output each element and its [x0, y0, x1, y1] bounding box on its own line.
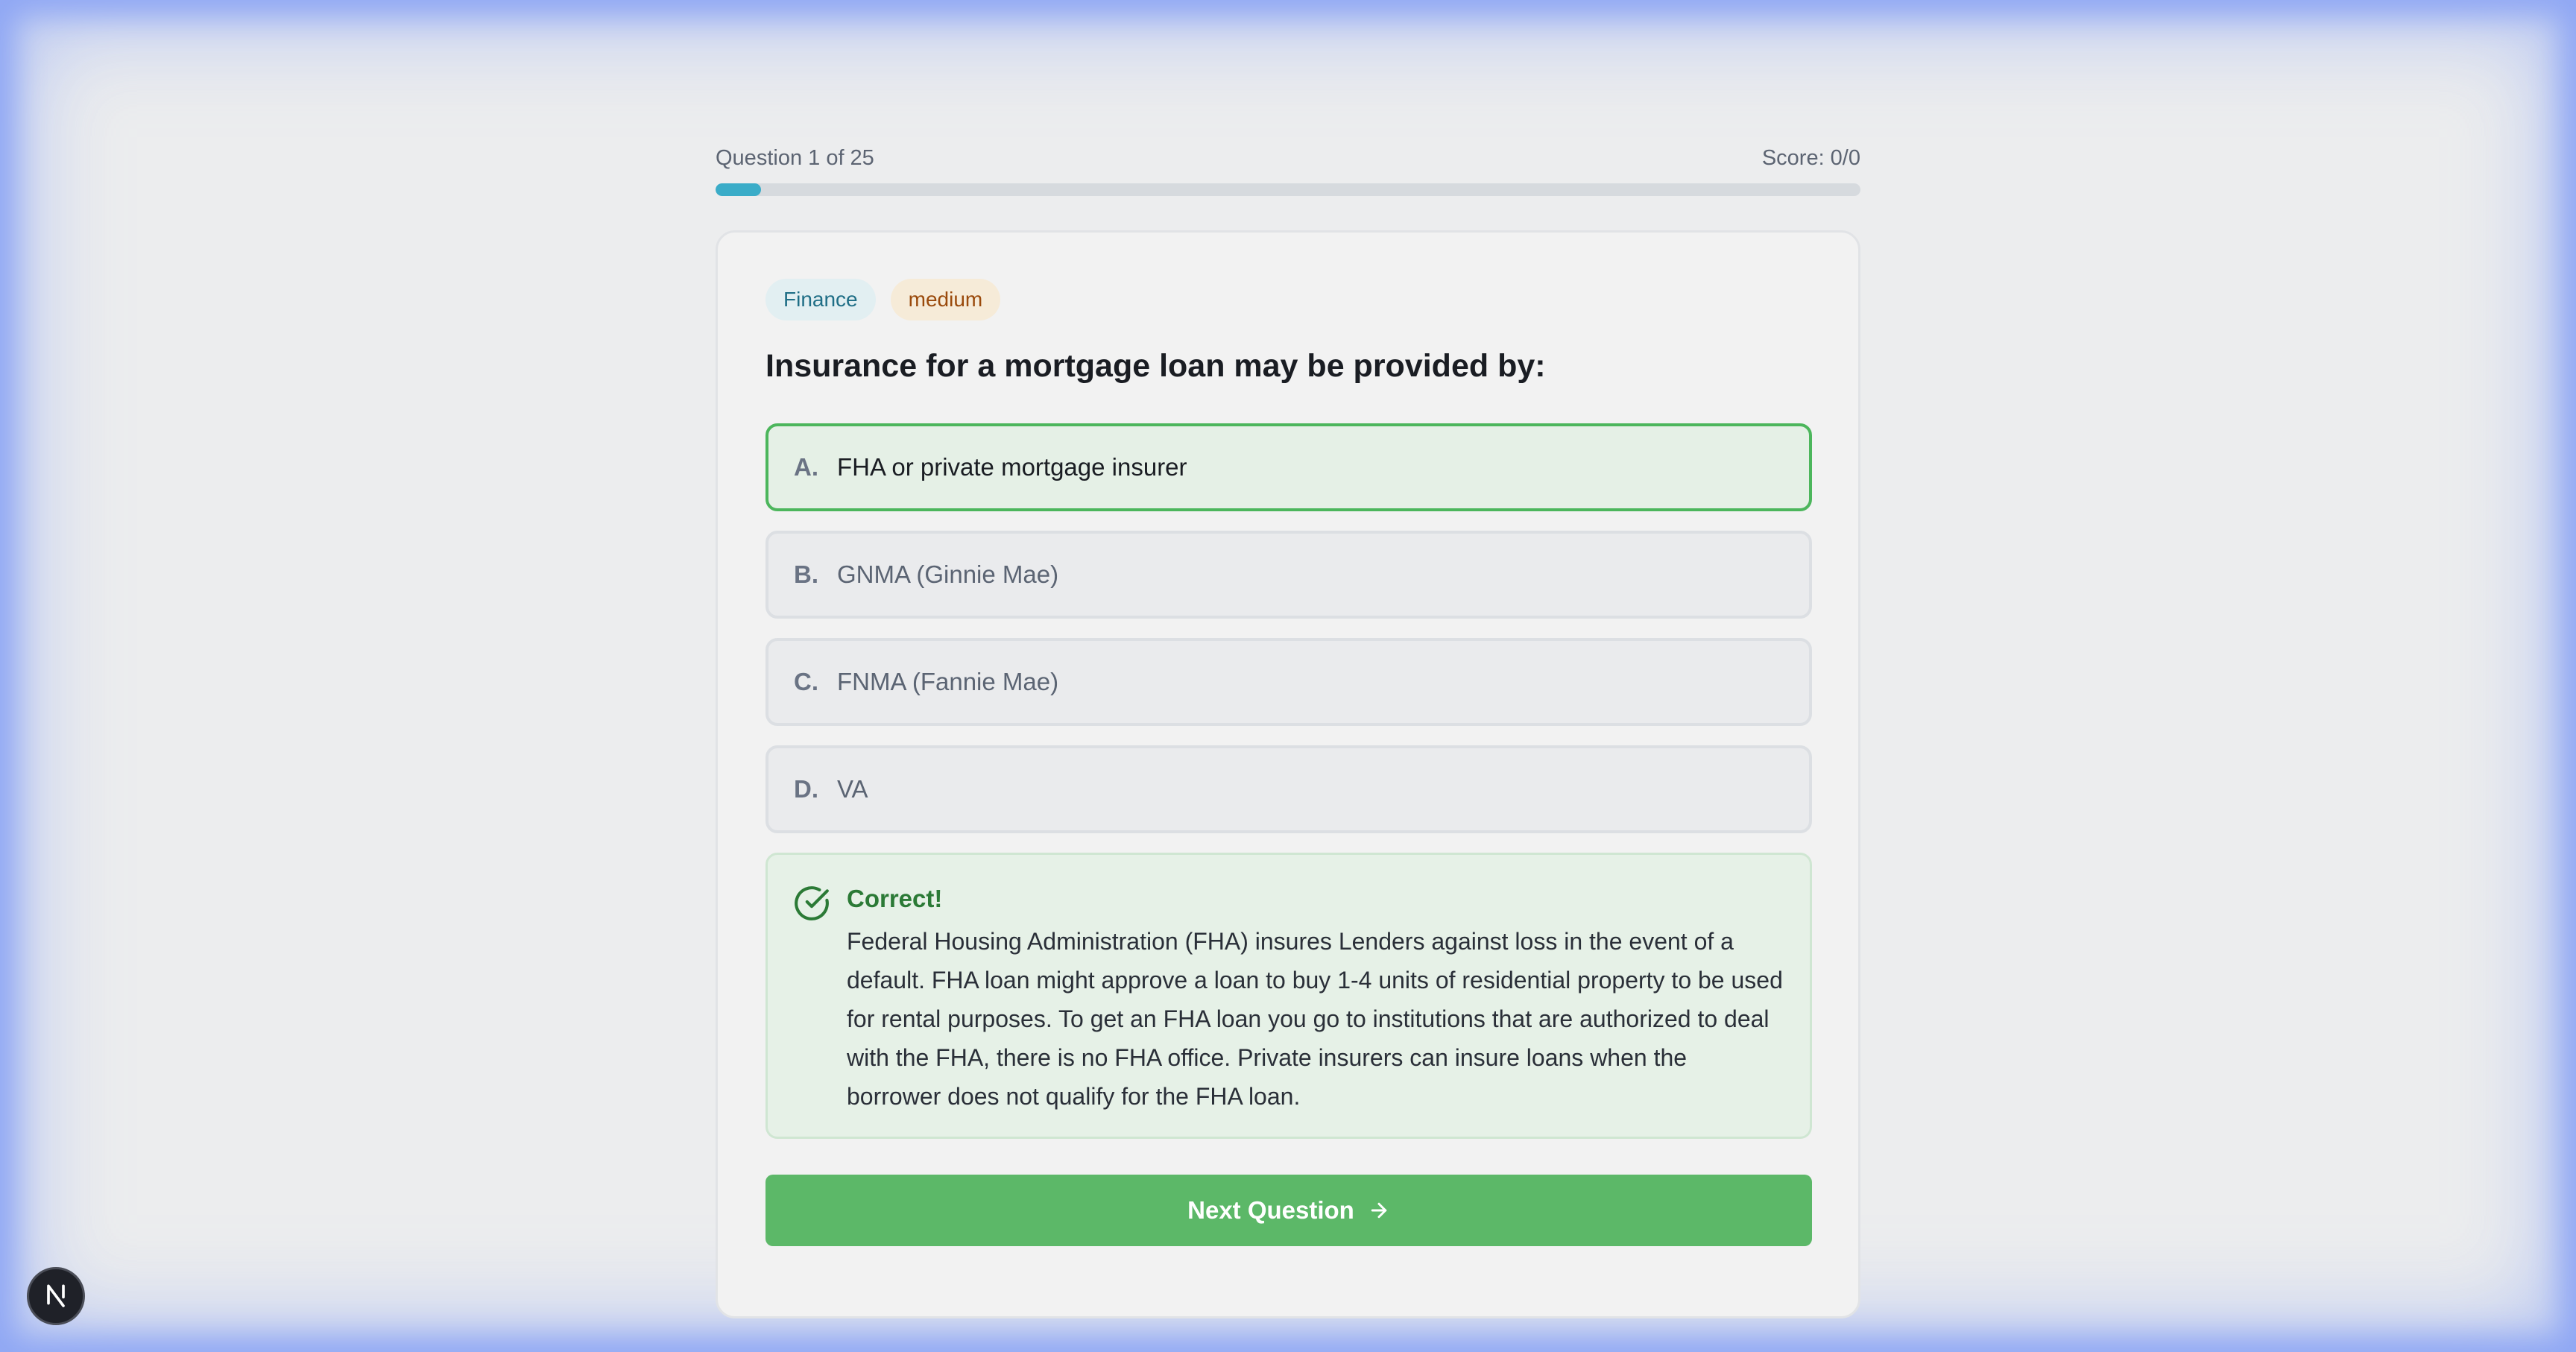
- next-question-button[interactable]: Next Question: [765, 1174, 1812, 1246]
- answer-option-c[interactable]: C. FNMA (Fannie Mae): [765, 637, 1812, 726]
- next-question-label: Next Question: [1187, 1195, 1354, 1224]
- answer-option-a[interactable]: A. FHA or private mortgage insurer: [765, 423, 1812, 511]
- difficulty-badge: medium: [890, 279, 1001, 320]
- progress-bar-fill: [716, 183, 762, 196]
- answer-option-b[interactable]: B. GNMA (Ginnie Mae): [765, 530, 1812, 619]
- quiz-container: Question 1 of 25 Score: 0/0 Finance medi…: [716, 143, 1860, 1318]
- answer-option-d[interactable]: D. VA: [765, 745, 1812, 833]
- answer-options: A. FHA or private mortgage insurer B. GN…: [765, 423, 1812, 833]
- nextjs-dev-badge[interactable]: [27, 1267, 85, 1325]
- option-label: VA: [837, 774, 868, 803]
- feedback-body: Correct! Federal Housing Administration …: [847, 882, 1784, 1137]
- feedback-panel: Correct! Federal Housing Administration …: [765, 852, 1812, 1139]
- nextjs-logo-icon: [41, 1280, 71, 1313]
- question-card: Finance medium Insurance for a mortgage …: [716, 230, 1860, 1318]
- app-viewport: Question 1 of 25 Score: 0/0 Finance medi…: [0, 0, 2576, 1352]
- score-label: Score: 0/0: [1761, 145, 1860, 170]
- question-counter: Question 1 of 25: [716, 145, 874, 170]
- option-letter: B.: [794, 560, 818, 588]
- option-letter: C.: [794, 667, 818, 695]
- progress-header: Question 1 of 25 Score: 0/0: [716, 143, 1860, 173]
- option-label: FHA or private mortgage insurer: [837, 452, 1187, 481]
- question-text: Insurance for a mortgage loan may be pro…: [765, 348, 1546, 384]
- option-letter: D.: [794, 774, 818, 803]
- check-circle-icon: [793, 885, 830, 922]
- option-label: FNMA (Fannie Mae): [837, 667, 1059, 695]
- option-letter: A.: [794, 452, 818, 481]
- progress-bar: [716, 183, 1860, 196]
- question-tags: Finance medium: [765, 279, 1811, 320]
- option-label: GNMA (Ginnie Mae): [837, 560, 1059, 588]
- feedback-explanation: Federal Housing Administration (FHA) ins…: [847, 927, 1783, 1110]
- category-badge: Finance: [765, 279, 876, 320]
- feedback-title: Correct!: [847, 884, 943, 912]
- arrow-right-icon: [1368, 1199, 1390, 1222]
